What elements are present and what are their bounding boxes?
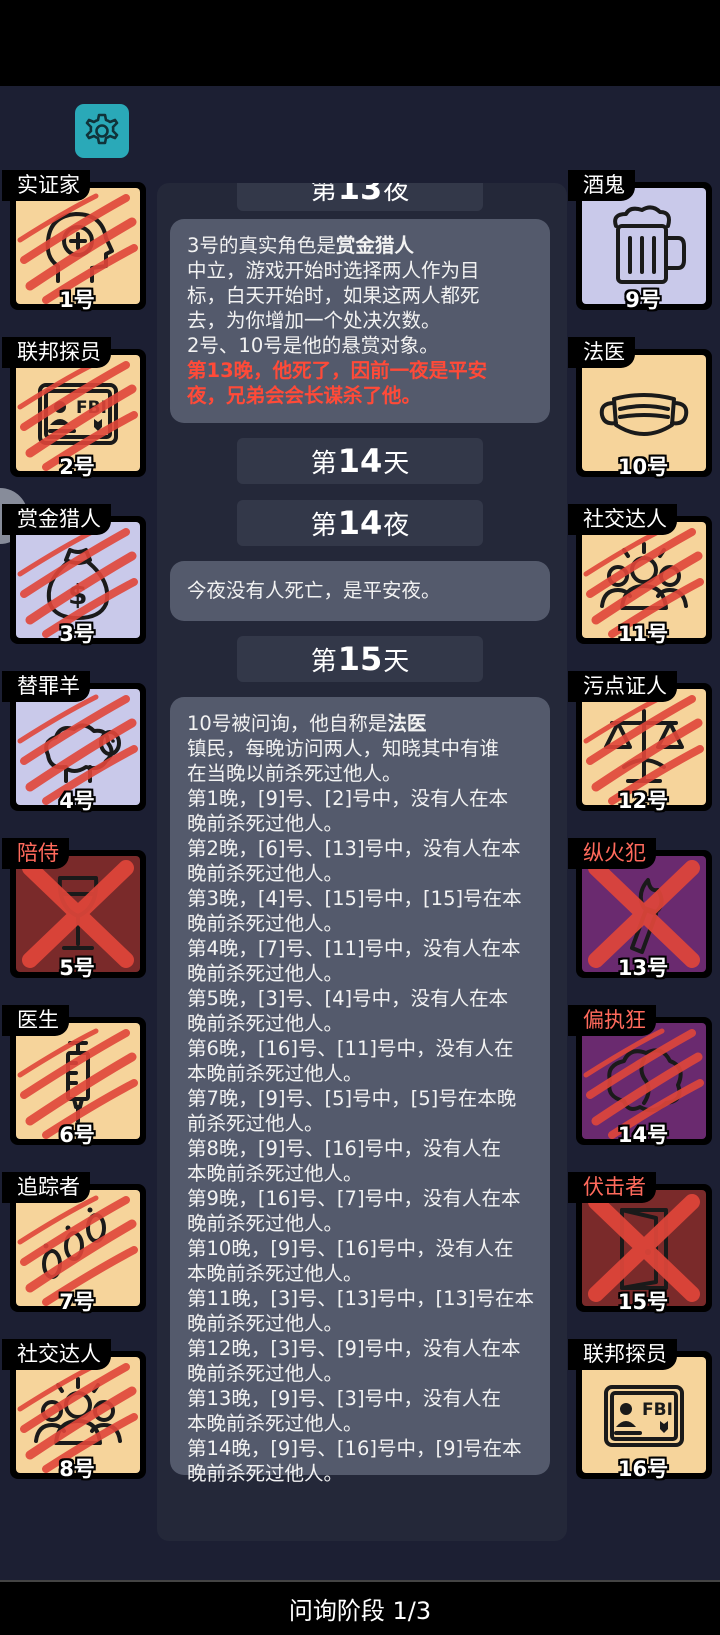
log-line: 本晚前杀死过他人。 [187, 1262, 363, 1285]
role-name: 陪侍 [2, 838, 69, 869]
role-name: 实证家 [2, 170, 90, 201]
role-name: 联邦探员 [2, 337, 111, 368]
status-bar [0, 0, 720, 86]
log-line: 第12晚，[3]号、[9]号中，没有人在本 [187, 1337, 521, 1360]
log-line: 第9晚，[16]号、[7]号中，没有人在本 [187, 1187, 521, 1210]
log-line: 前杀死过他人。 [187, 1112, 324, 1135]
role-name: 偏执狂 [568, 1005, 656, 1036]
gear-icon [85, 113, 119, 145]
player-number: 3号 [59, 622, 95, 646]
log-line: 第2晚，[6]号、[13]号中，没有人在本 [187, 837, 521, 860]
log-line: 晚前杀死过他人。 [187, 912, 344, 935]
player-number: 12号 [617, 789, 669, 813]
log-line: 晚前杀死过他人。 [187, 962, 344, 985]
player-card-8号[interactable]: 社交达人 8号 [2, 1339, 146, 1484]
player-card-5号[interactable]: 陪侍 5号 [2, 838, 146, 983]
log-line: 本晚前杀死过他人。 [187, 1412, 363, 1435]
role-name: 污点证人 [568, 671, 677, 702]
log-line: 第8晚，[9]号、[16]号中，没有人在 [187, 1137, 502, 1160]
interrogation-message: 10号被问询，他自称是法医 镇民，每晚访问两人，知晓其中有谁 在当晚以前杀死过他人… [170, 697, 550, 1485]
player-card-3号[interactable]: $ 赏金猎人 3号 [2, 504, 146, 649]
log-line: 第6晚，[16]号、[11]号中，没有人在 [187, 1037, 514, 1060]
player-card-14号[interactable]: 偏执狂 14号 [568, 1005, 712, 1150]
role-name: 替罪羊 [2, 671, 90, 702]
role-name: 伏击者 [568, 1172, 656, 1203]
log-line: 第4晚，[7]号、[11]号中，没有人在本 [187, 937, 521, 960]
player-number: 14号 [617, 1123, 669, 1147]
player-card-4号[interactable]: 替罪羊 4号 [2, 671, 146, 816]
role-name: 社交达人 [2, 1339, 111, 1370]
player-number: 8号 [59, 1457, 95, 1481]
log-line: 本晚前杀死过他人。 [187, 1162, 363, 1185]
night-13-header: 第 13 夜 [237, 183, 483, 211]
log-line: 晚前杀死过他人。 [187, 1012, 344, 1035]
log-line: 第5晚，[3]号、[4]号中，没有人在本 [187, 987, 509, 1010]
event-log[interactable]: 第 13 夜 3号的真实角色是赏金猎人 中立，游戏开始时选择两人作为目 标，白天开始… [157, 183, 567, 1541]
player-number: 16号 [617, 1457, 669, 1481]
player-number: 13号 [617, 956, 669, 980]
phase-label: 问询阶段 1/3 [288, 1597, 432, 1625]
log-line: 晚前杀死过他人。 [187, 1212, 344, 1235]
player-card-13号[interactable]: 纵火犯 13号 [568, 838, 712, 983]
log-line: 晚前杀死过他人。 [187, 812, 344, 835]
role-name: 赏金猎人 [2, 504, 111, 535]
player-card-11号[interactable]: 社交达人 11号 [568, 504, 712, 649]
player-card-9号[interactable]: 酒鬼 9号 [568, 170, 712, 315]
role-name: 联邦探员 [568, 1339, 677, 1370]
log-line: 晚前杀死过他人。 [187, 1462, 344, 1485]
player-number: 7号 [59, 1290, 95, 1314]
log-line: 在当晚以前杀死过他人。 [187, 762, 402, 785]
log-line: 本晚前杀死过他人。 [187, 1062, 363, 1085]
log-line: 第10晚，[9]号、[16]号中，没有人在 [187, 1237, 514, 1260]
log-line: 第11晚，[3]号、[13]号中，[13]号在本 [187, 1287, 534, 1310]
player-number: 4号 [59, 789, 95, 813]
log-line: 第13晚，[9]号、[3]号中，没有人在 [187, 1387, 502, 1410]
player-number: 6号 [59, 1123, 95, 1147]
player-card-16号[interactable]: FBI 联邦探员 16号 [568, 1339, 712, 1484]
player-card-6号[interactable]: 医生 6号 [2, 1005, 146, 1150]
player-number: 1号 [59, 288, 95, 312]
player-card-1号[interactable]: 实证家 1号 [2, 170, 146, 315]
role-reveal-message: 3号的真实角色是赏金猎人 中立，游戏开始时选择两人作为目 标，白天开始时，如果这… [170, 219, 550, 423]
fbi-badge-icon: FBI [604, 1385, 684, 1447]
role-name: 社交达人 [568, 504, 677, 535]
peaceful-night-message: 今夜没有人死亡，是平安夜。 [170, 561, 550, 621]
settings-button[interactable] [75, 104, 129, 158]
role-name: 医生 [2, 1005, 69, 1036]
role-name: 追踪者 [2, 1172, 90, 1203]
log-line: 晚前杀死过他人。 [187, 862, 344, 885]
player-card-2号[interactable]: FBI 联邦探员 2号 [2, 337, 146, 482]
log-line: 晚前杀死过他人。 [187, 1312, 344, 1335]
player-number: 15号 [617, 1290, 669, 1314]
phase-bar: 问询阶段 1/3 [0, 1580, 720, 1635]
log-line: 晚前杀死过他人。 [187, 1362, 344, 1385]
log-line: 第3晚，[4]号、[15]号中，[15]号在本 [187, 887, 522, 910]
log-line: 第7晚，[9]号、[5]号中，[5]号在本晚 [187, 1087, 517, 1110]
beer-mug-icon [613, 205, 686, 284]
log-line: 镇民，每晚访问两人，知晓其中有谁 [187, 737, 500, 760]
player-number: 10号 [617, 455, 669, 479]
log-line: 第14晚，[9]号、[16]号中，[9]号在本 [187, 1437, 522, 1460]
player-number: 11号 [617, 622, 669, 646]
player-card-7号[interactable]: 追踪者 7号 [2, 1172, 146, 1317]
player-card-10号[interactable]: 法医 10号 [568, 337, 712, 482]
day-15-header: 第 15 天 [237, 636, 483, 682]
role-name: 酒鬼 [568, 170, 635, 201]
svg-text:FBI: FBI [642, 1400, 673, 1420]
player-number: 5号 [59, 956, 95, 980]
log-line: 第1晚，[9]号、[2]号中，没有人在本 [187, 787, 509, 810]
mask-icon [599, 393, 689, 436]
night-14-header: 第 14 夜 [237, 500, 483, 546]
player-card-15号[interactable]: 伏击者 15号 [568, 1172, 712, 1317]
role-name: 法医 [568, 337, 635, 368]
player-card-12号[interactable]: 污点证人 12号 [568, 671, 712, 816]
player-number: 2号 [59, 455, 95, 479]
player-number: 9号 [625, 288, 661, 312]
role-name: 纵火犯 [568, 838, 656, 869]
day-14-header: 第 14 天 [237, 438, 483, 484]
